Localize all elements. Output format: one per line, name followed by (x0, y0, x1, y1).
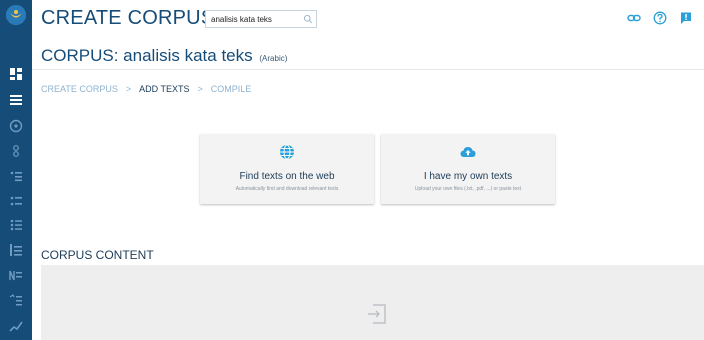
parallel-icon[interactable] (8, 292, 24, 308)
app-title: CREATE CORPUS (41, 7, 215, 29)
word-list-icon[interactable] (8, 217, 24, 233)
corpus-language: (Arabic) (259, 54, 288, 63)
corpus-title: CORPUS: analisis kata teks (Arabic) (41, 46, 287, 66)
own-texts-card[interactable]: I have my own texts Upload your own file… (381, 134, 555, 204)
card-title: I have my own texts (423, 171, 513, 182)
find-texts-web-card[interactable]: Find texts on the web Automatically find… (200, 134, 374, 204)
breadcrumb-separator: > (197, 84, 203, 94)
empty-content-icon (366, 303, 388, 325)
feedback-icon[interactable] (678, 10, 694, 26)
topbar: CREATE CORPUS analisis kata teks (32, 0, 704, 38)
globe-icon (279, 144, 295, 160)
ngrams-icon[interactable] (8, 242, 24, 258)
breadcrumb: CREATE CORPUS > ADD TEXTS > COMPILE (41, 84, 251, 94)
card-subtitle: Upload your own files (.txt, .pdf, ...) … (414, 186, 522, 192)
trends-icon[interactable] (8, 318, 24, 334)
header-divider (32, 69, 704, 70)
link-icon[interactable] (626, 10, 642, 26)
keywords-icon[interactable] (8, 267, 24, 283)
breadcrumb-compile[interactable]: COMPILE (211, 84, 252, 94)
search-input[interactable]: analisis kata teks (211, 15, 300, 24)
corpus-list-icon[interactable] (8, 92, 24, 108)
dashboard-icon[interactable] (8, 66, 24, 82)
corpus-name: CORPUS: analisis kata teks (41, 46, 253, 65)
sketch-diff-icon[interactable] (8, 193, 24, 209)
sidebar (0, 0, 32, 340)
breadcrumb-add-texts[interactable]: ADD TEXTS (139, 84, 189, 94)
word-sketch-icon[interactable] (8, 143, 24, 159)
search-field[interactable]: analisis kata teks (205, 10, 317, 28)
breadcrumb-create-corpus[interactable]: CREATE CORPUS (41, 84, 118, 94)
corpus-content-heading: CORPUS CONTENT (41, 248, 154, 262)
card-subtitle: Automatically find and download relevant… (235, 186, 339, 192)
cloud-upload-icon (460, 144, 476, 160)
thesaurus-icon[interactable] (8, 168, 24, 184)
help-icon[interactable] (652, 10, 668, 26)
breadcrumb-separator: > (125, 84, 132, 94)
app-root: CREATE CORPUS analisis kata teks CORPUS:… (0, 0, 704, 340)
concordance-icon[interactable] (8, 118, 24, 134)
card-title: Find texts on the web (239, 171, 335, 182)
corpus-content-panel (41, 265, 704, 340)
logo-icon[interactable] (6, 5, 26, 25)
search-icon[interactable] (300, 11, 316, 27)
